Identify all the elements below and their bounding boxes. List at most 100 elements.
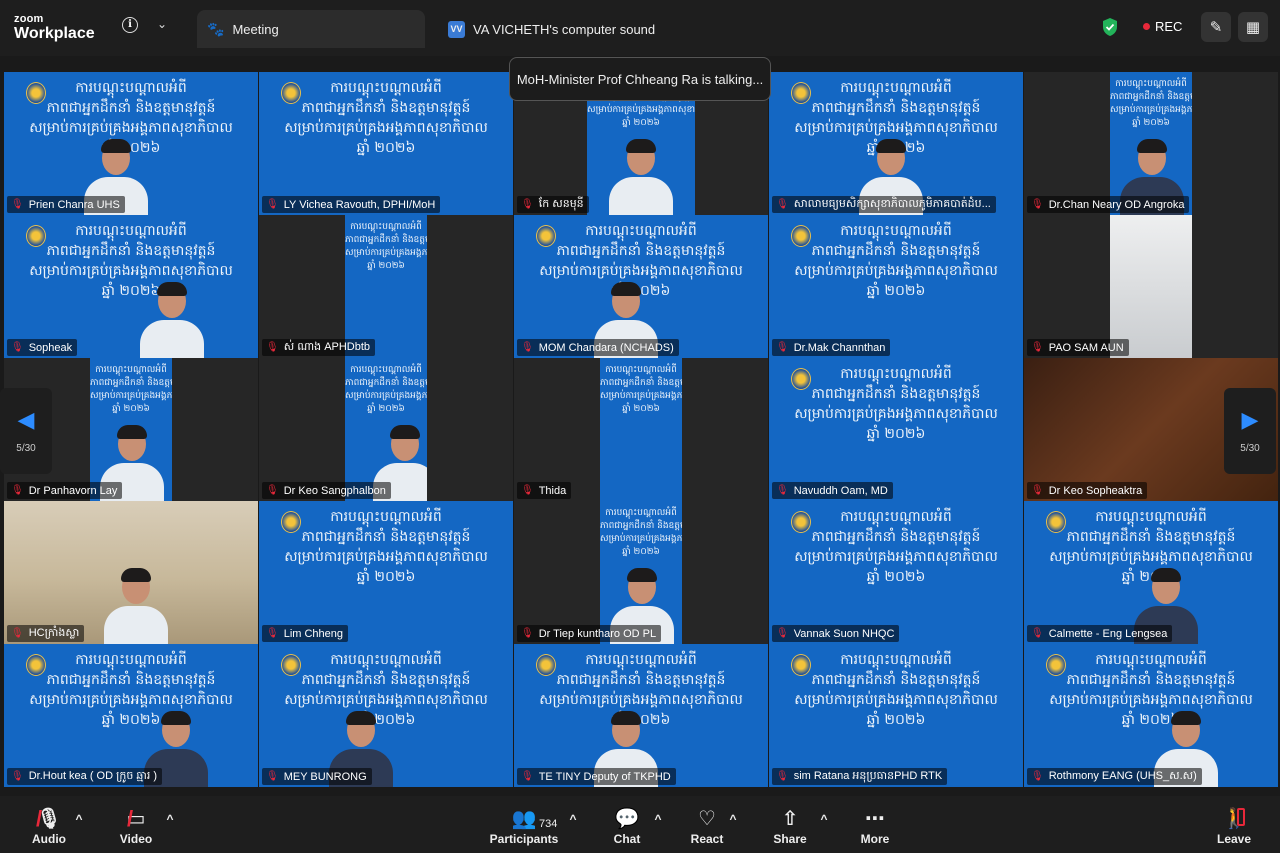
page-indicator-right: 5/30 (1240, 442, 1260, 454)
share-options-caret[interactable]: ^ (819, 812, 829, 826)
leave-button[interactable]: 🚶 Leave (1199, 806, 1269, 846)
participant-name-tag: 🎙 sim Ratana អនុប្រធានPHD RTK (772, 768, 948, 785)
participant-name-tag: 🎙 Vannak Suon NHQC (772, 625, 900, 642)
participant-name-tag: 🎙 Navuddh Oam, MD (772, 482, 893, 499)
banner-line: សម្រាប់ការគ្រប់គ្រងអង្គភាពសុខាភិបាល (1049, 549, 1253, 565)
participant-video-tile[interactable]: ការបណ្តុះបណ្តាលអំពីភាពជាអ្នកដឹកនាំ និងឧត… (259, 72, 513, 215)
participant-video-tile[interactable]: ការបណ្តុះបណ្តាលអំពីភាពជាអ្នកដឹកនាំ និងឧត… (769, 358, 1023, 501)
shield-icon[interactable] (1101, 17, 1119, 37)
apps-button[interactable]: ▦ (1238, 12, 1268, 42)
video-feed: ការបណ្តុះបណ្តាលអំពីភាពជាអ្នកដឹកនាំ និងឧត… (1110, 72, 1192, 215)
participant-video-tile[interactable]: ការបណ្តុះបណ្តាលអំពីភាពជាអ្នកដឹកនាំ និងឧត… (1024, 644, 1278, 787)
participant-name: MEY BUNRONG (283, 770, 367, 783)
share-screen-icon: ⇧ (781, 808, 799, 830)
page-indicator-left: 5/30 (16, 442, 36, 454)
participant-video-tile[interactable]: ការបណ្តុះបណ្តាលអំពីភាពជាអ្នកដឹកនាំ និងឧត… (259, 501, 513, 644)
record-dot-icon (1143, 23, 1150, 30)
participant-name: Navuddh Oam, MD (793, 484, 888, 497)
microphone-muted-icon: 🎙 (1031, 771, 1044, 782)
meeting-toolbar: 🎙 / Audio ^ ▭ / Video ^ 👥 734 Participants … (0, 796, 1280, 853)
participant-name-tag: 🎙 LY Vichea Ravouth, DPHI/MoH (262, 196, 441, 213)
ministry-logo-icon (791, 511, 811, 533)
banner-line: សម្រាប់ការគ្រប់គ្រងអង្គភាពសុខាភិបាល (794, 120, 998, 136)
participant-video-tile[interactable]: ការបណ្តុះបណ្តាលអំពីភាពជាអ្នកដឹកនាំ និងឧត… (1024, 72, 1278, 215)
participant-name: PAO SAM AUN (1048, 341, 1124, 354)
banner-line: ឆ្នាំ ២០២៦ (367, 261, 405, 271)
microphone-muted-icon: 🎙 (1031, 485, 1044, 496)
microphone-muted-icon: 🎙 (776, 199, 789, 210)
participant-name-tag: 🎙 HCក្រាំងស្លា (7, 625, 85, 642)
participant-name: MOM Chandara (NCHADS) (538, 341, 674, 354)
audio-options-caret[interactable]: ^ (74, 812, 84, 826)
microphone-muted-icon: 🎙 (521, 628, 534, 639)
ministry-logo-icon (536, 225, 556, 247)
participant-video-tile[interactable]: ការបណ្តុះបណ្តាលអំពីភាពជាអ្នកដឹកនាំ និងឧត… (4, 215, 258, 358)
participant-video-tile[interactable]: ការបណ្តុះបណ្តាលអំពីភាពជាអ្នកដឹកនាំ និងឧត… (769, 215, 1023, 358)
participants-options-caret[interactable]: ^ (568, 812, 578, 826)
participant-name-tag: 🎙 Dr.Mak Channthan (772, 339, 891, 356)
chevron-down-icon[interactable]: ⌄ (157, 17, 167, 31)
participant-video-tile[interactable]: ការបណ្តុះបណ្តាលអំពីភាពជាអ្នកដឹកនាំ និងឧត… (514, 644, 768, 787)
video-options-caret[interactable]: ^ (165, 812, 175, 826)
banner-line: ឆ្នាំ ២០២៦ (866, 569, 926, 585)
leave-icon: 🚶 (1221, 808, 1247, 830)
participant-video-tile[interactable]: ការបណ្តុះបណ្តាលអំពីភាពជាអ្នកដឹកនាំ និងឧត… (514, 501, 768, 644)
participant-name: Rothmony EANG (UHS_ស.ស) (1048, 769, 1197, 782)
participant-video-tile[interactable]: ការបណ្តុះបណ្តាលអំពីភាពជាអ្នកដឹកនាំ និងឧត… (769, 72, 1023, 215)
microphone-muted-icon: 🎙 (776, 342, 789, 353)
banner-line: សម្រាប់ការគ្រប់គ្រងអង្គភាពសុខាភិបាល (345, 391, 427, 401)
banner-line: ឆ្នាំ ២០២៦ (622, 118, 660, 128)
banner-line: សម្រាប់ការគ្រប់គ្រងអង្គភាពសុខាភិបាល (539, 263, 743, 279)
participant-video-tile[interactable]: 🎙 HCក្រាំងស្លា (4, 501, 258, 644)
virtual-background-banner: ការបណ្តុះបណ្តាលអំពីភាពជាអ្នកដឹកនាំ និងឧត… (90, 364, 172, 416)
participants-button[interactable]: 👥 734 Participants (489, 806, 559, 846)
participant-name: Prien Chanra UHS (28, 198, 120, 211)
previous-page-button[interactable]: ◀ 5/30 (0, 388, 52, 474)
participant-name-tag: 🎙 PAO SAM AUN (1027, 339, 1129, 356)
banner-line: សម្រាប់ការគ្រប់គ្រងអង្គភាពសុខាភិបាល (345, 248, 427, 258)
banner-line: ឆ្នាំ ២០២៦ (866, 283, 926, 299)
tab-meeting-label: Meeting (232, 21, 279, 37)
banner-line: សម្រាប់ការគ្រប់គ្រងអង្គភាពសុខាភិបាល (794, 549, 998, 565)
microphone-muted-icon: 🎙 (521, 485, 534, 496)
ministry-logo-icon (26, 225, 46, 247)
participant-video-tile[interactable]: ការបណ្តុះបណ្តាលអំពីភាពជាអ្នកដឹកនាំ និងឧត… (4, 72, 258, 215)
participant-video-tile[interactable]: ការបណ្តុះបណ្តាលអំពីភាពជាអ្នកដឹកនាំ និងឧត… (259, 644, 513, 787)
participant-video-tile[interactable]: ការបណ្តុះបណ្តាលអំពីភាពជាអ្នកដឹកនាំ និងឧត… (514, 358, 768, 501)
ministry-logo-icon (791, 82, 811, 104)
participant-name-tag: 🎙 Dr.Chan Neary OD Angroka (1027, 196, 1190, 213)
chat-options-caret[interactable]: ^ (653, 812, 663, 826)
chat-button[interactable]: 💬 Chat (592, 806, 662, 846)
app-logo: zoom Workplace (14, 14, 95, 42)
share-button[interactable]: ⇧ Share (755, 806, 825, 846)
recording-indicator[interactable]: REC (1143, 19, 1182, 34)
annotate-button[interactable]: ✎ (1201, 12, 1231, 42)
participant-video-tile[interactable]: ការបណ្តុះបណ្តាលអំពីភាពជាអ្នកដឹកនាំ និងឧត… (1024, 501, 1278, 644)
video-button[interactable]: ▭ / Video (101, 806, 171, 846)
participant-name-tag: 🎙 Rothmony EANG (UHS_ស.ស) (1027, 768, 1202, 785)
video-feed: ការបណ្តុះបណ្តាលអំពីភាពជាអ្នកដឹកនាំ និងឧត… (90, 358, 172, 501)
info-icon[interactable]: i (122, 17, 138, 33)
microphone-muted-icon: 🎙 (1031, 342, 1044, 353)
banner-line: សម្រាប់ការគ្រប់គ្រងអង្គភាពសុខាភិបាល (600, 391, 682, 401)
participant-video-tile[interactable]: ការបណ្តុះបណ្តាលអំពីភាពជាអ្នកដឹកនាំ និងឧត… (259, 358, 513, 501)
tab-meeting[interactable]: 🐾 Meeting (197, 10, 425, 48)
participant-video-tile[interactable]: ការបណ្តុះបណ្តាលអំពីភាពជាអ្នកដឹកនាំ និងឧត… (259, 215, 513, 358)
participant-video-tile[interactable]: ការបណ្តុះបណ្តាលអំពីភាពជាអ្នកដឹកនាំ និងឧត… (514, 215, 768, 358)
microphone-muted-icon: 🎙 (11, 485, 24, 496)
participant-name-tag: 🎙 Lim Chheng (262, 625, 349, 642)
tab-computer-sound[interactable]: VV VA VICHETH's computer sound (440, 10, 740, 48)
microphone-muted-icon: 🎙 (1031, 199, 1044, 210)
participant-video-tile[interactable]: 🎙 PAO SAM AUN (1024, 215, 1278, 358)
participant-video-tile[interactable]: ការបណ្តុះបណ្តាលអំពីភាពជាអ្នកដឹកនាំ និងឧត… (769, 501, 1023, 644)
next-page-button[interactable]: ▶ 5/30 (1224, 388, 1276, 474)
participant-name: LY Vichea Ravouth, DPHI/MoH (283, 198, 436, 211)
participant-video-tile[interactable]: ការបណ្តុះបណ្តាលអំពីភាពជាអ្នកដឹកនាំ និងឧត… (4, 644, 258, 787)
participant-video-tile[interactable]: ការបណ្តុះបណ្តាលអំពីភាពជាអ្នកដឹកនាំ និងឧត… (769, 644, 1023, 787)
banner-line: ការបណ្តុះបណ្តាលអំពី (605, 508, 677, 518)
participant-name: Thida (538, 484, 567, 497)
microphone-muted-icon: 🎙 (266, 771, 279, 782)
banner-line: សម្រាប់ការគ្រប់គ្រងអង្គភាពសុខាភិបាល (284, 692, 488, 708)
react-options-caret[interactable]: ^ (728, 812, 738, 826)
more-button[interactable]: ⋯ More (840, 806, 910, 846)
